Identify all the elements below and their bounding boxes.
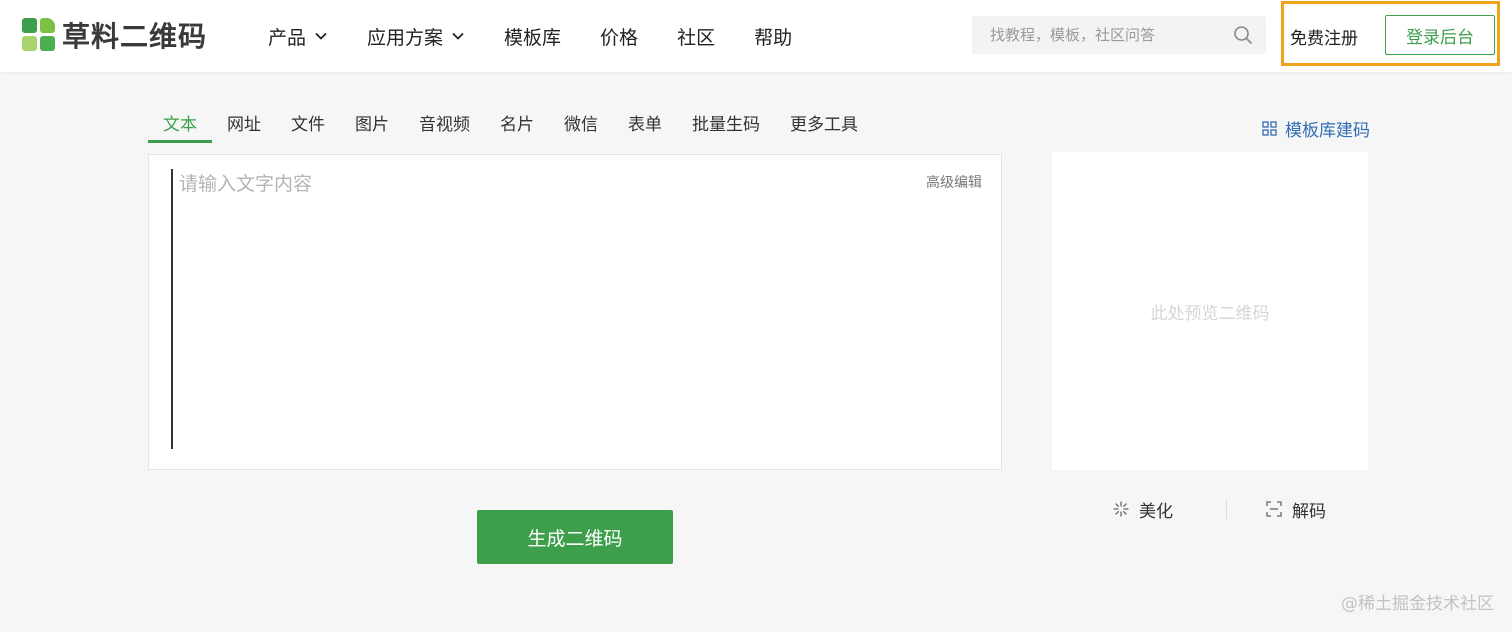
login-button[interactable]: 登录后台 (1385, 15, 1495, 55)
qr-preview-panel: 此处预览二维码 (1052, 152, 1368, 470)
decode-label: 解码 (1292, 501, 1326, 522)
top-header: 草料二维码 产品 应用方案 模板库 价格 社区 帮助 免费注册 登录后台 (0, 0, 1512, 72)
nav-solutions[interactable]: 应用方案 (367, 23, 465, 50)
tab-text[interactable]: 文本 (148, 112, 212, 143)
scan-icon (1266, 501, 1282, 517)
content-type-tabs: 文本 网址 文件 图片 音视频 名片 微信 表单 批量生码 更多工具 (148, 112, 873, 144)
nav-label: 应用方案 (367, 26, 444, 49)
nav-label: 社区 (677, 26, 716, 49)
advanced-edit-link[interactable]: 高级编辑 (926, 172, 982, 192)
tab-batch[interactable]: 批量生码 (677, 112, 775, 143)
tab-image[interactable]: 图片 (340, 112, 404, 143)
tab-form[interactable]: 表单 (613, 112, 677, 143)
search-icon[interactable] (1232, 24, 1254, 46)
divider (1226, 499, 1227, 519)
logo[interactable]: 草料二维码 (22, 17, 207, 53)
register-link[interactable]: 免费注册 (1290, 24, 1358, 49)
beautify-label: 美化 (1139, 501, 1173, 522)
generate-qr-button[interactable]: 生成二维码 (477, 510, 673, 564)
tab-wechat[interactable]: 微信 (549, 112, 613, 143)
text-content-input[interactable] (171, 169, 899, 449)
nav-pricing[interactable]: 价格 (600, 23, 638, 50)
chevron-down-icon (452, 32, 464, 40)
nav-help[interactable]: 帮助 (754, 23, 792, 50)
nav-label: 产品 (268, 26, 307, 49)
tab-business-card[interactable]: 名片 (485, 112, 549, 143)
nav-label: 帮助 (754, 26, 793, 49)
logo-mark-icon (22, 18, 56, 52)
tab-audio-video[interactable]: 音视频 (404, 112, 485, 143)
grid-icon (1262, 121, 1277, 136)
search-input[interactable] (972, 15, 1232, 55)
decode-button[interactable]: 解码 (1265, 497, 1326, 522)
sparkle-icon (1113, 501, 1129, 517)
logo-text: 草料二维码 (62, 20, 208, 53)
chevron-down-icon (315, 32, 327, 40)
nav-label: 模板库 (504, 26, 562, 49)
nav-community[interactable]: 社区 (677, 23, 715, 50)
template-create-link[interactable]: 模板库建码 (1262, 116, 1370, 141)
main-nav: 产品 应用方案 模板库 价格 社区 帮助 (268, 0, 831, 72)
preview-placeholder: 此处预览二维码 (1150, 303, 1270, 324)
watermark: @稀土掘金技术社区 (1341, 594, 1494, 614)
tab-file[interactable]: 文件 (276, 112, 340, 143)
nav-label: 价格 (600, 26, 639, 49)
tab-url[interactable]: 网址 (212, 112, 276, 143)
search-box (972, 15, 1266, 55)
nav-products[interactable]: 产品 (268, 23, 328, 50)
preview-actions: 美化 解码 (1112, 496, 1326, 522)
beautify-button[interactable]: 美化 (1112, 497, 1173, 522)
template-link-label: 模板库建码 (1285, 121, 1370, 141)
nav-templates[interactable]: 模板库 (504, 23, 561, 50)
tab-more-tools[interactable]: 更多工具 (775, 112, 873, 143)
text-editor: 高级编辑 (148, 154, 1002, 470)
